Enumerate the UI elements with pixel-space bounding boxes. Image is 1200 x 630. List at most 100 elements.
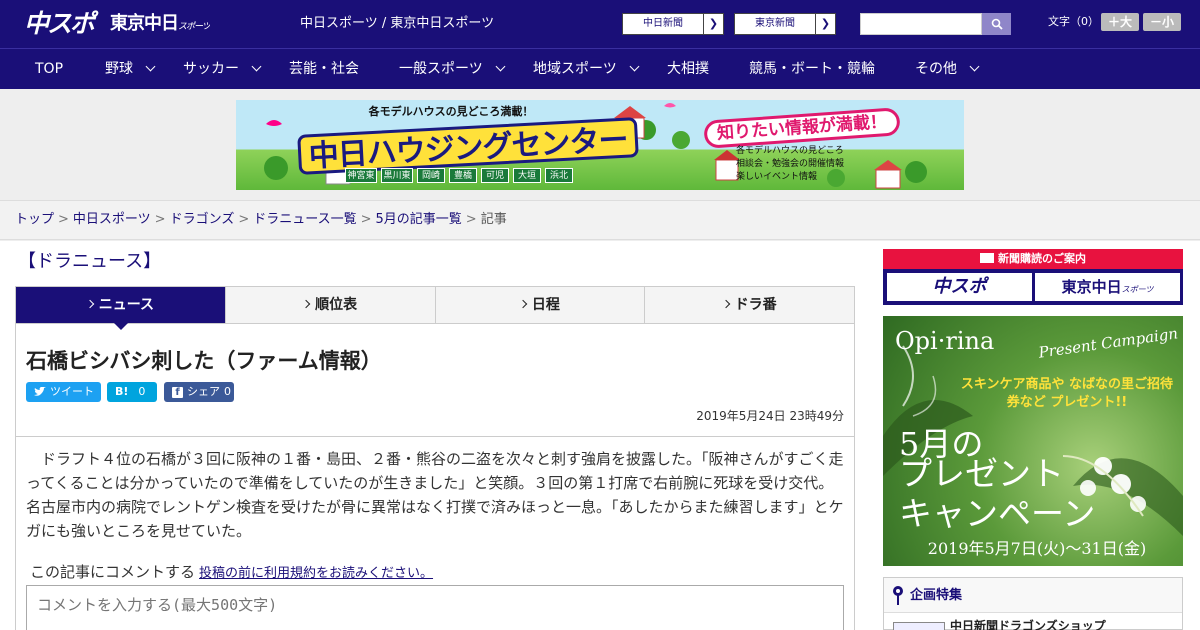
tab-label: 日程 — [531, 297, 560, 313]
tokyo-shimbun-label: 東京新聞 — [755, 18, 795, 29]
nav-item-racing[interactable]: 競馬・ボート・競輪 — [749, 49, 875, 89]
subscription-box: 新聞購読のご案内 中スポ 東京中日スポーツ — [883, 249, 1183, 305]
breadcrumb-link-dragons[interactable]: ドラゴンズ — [170, 212, 235, 227]
nav-label: 野球 — [105, 61, 133, 77]
hatena-icon: B! — [115, 385, 129, 398]
tokyo-chunichi-logo[interactable]: 東京中日スポーツ — [110, 10, 210, 38]
breadcrumb-link-chunichi-sports[interactable]: 中日スポーツ — [73, 212, 151, 227]
promo-word-present: プレゼント — [899, 454, 1064, 493]
comment-input[interactable] — [26, 585, 844, 630]
tweet-button[interactable]: ツイート — [26, 382, 101, 402]
site-links: 中日スポーツ / 東京中日スポーツ — [300, 14, 494, 34]
article: 石橋ビシバシ刺した（ファーム情報） ツイート B! 0 f シェア 0 2019… — [15, 324, 855, 630]
nav-item-soccer[interactable]: サッカー — [183, 49, 262, 89]
nav-label: 地域スポーツ — [533, 61, 617, 77]
breadcrumb-link-may-articles[interactable]: 5月の記事一覧 — [376, 212, 462, 227]
breadcrumb: トップ > 中日スポーツ > ドラゴンズ > ドラニュース一覧 >5月の記事一覧 > 記事 — [15, 211, 507, 229]
tab-standings[interactable]: 順位表 — [224, 287, 435, 323]
tab-reporter[interactable]: ドラ番 — [644, 287, 854, 323]
breadcrumb-separator: > — [238, 212, 250, 227]
ad-city-tag: 岡崎 — [417, 168, 445, 183]
facebook-share-button[interactable]: f シェア 0 — [164, 382, 234, 402]
subscription-heading: 新聞購読のご案内 — [883, 249, 1183, 269]
hatena-bookmark-button[interactable]: B! 0 — [107, 382, 157, 402]
site-link-tokyo-chunichi-sports[interactable]: 東京中日スポーツ — [390, 16, 494, 31]
chevron-right-icon — [518, 299, 528, 309]
nav-item-top[interactable]: TOP — [35, 49, 63, 89]
facebook-icon: f — [172, 386, 183, 398]
ad-city-tag: 豊橋 — [449, 168, 477, 183]
site-header: 中スポ 東京中日スポーツ 中日スポーツ / 東京中日スポーツ 中日新聞 ❯ 東京… — [0, 0, 1200, 48]
nav-label: サッカー — [183, 61, 239, 77]
housing-center-ad[interactable]: 各モデルハウスの見どころ満載！ 中日ハウジングセンター 知りたい情報が満載！ 各… — [236, 100, 964, 190]
site-link-chunichi-sports[interactable]: 中日スポーツ — [300, 16, 378, 31]
promo-date: 2019年5月7日(火)〜31日(金) — [927, 539, 1147, 558]
breadcrumb-link-dora-news[interactable]: ドラニュース一覧 — [253, 212, 356, 227]
nav-label: 一般スポーツ — [399, 61, 483, 77]
article-header: 石橋ビシバシ刺した（ファーム情報） ツイート B! 0 f シェア 0 2019… — [16, 324, 854, 437]
chunichi-shimbun-label: 中日新聞 — [643, 18, 683, 29]
chevron-down-icon — [495, 61, 506, 72]
ad-city-tag: 黒川東 — [381, 168, 413, 183]
feature-heading-text: 企画特集 — [910, 588, 963, 603]
nav-item-local-sports[interactable]: 地域スポーツ — [533, 49, 640, 89]
tab-label: ドラ番 — [734, 297, 777, 313]
tokyo-shimbun-button[interactable]: 東京新聞 ❯ — [734, 13, 836, 35]
chevron-right-icon — [301, 299, 311, 309]
search-icon — [991, 18, 1003, 30]
comment-label: この記事にコメントする — [30, 563, 196, 581]
hatena-count: 0 — [138, 385, 146, 398]
chuspo-logo[interactable]: 中スポ — [24, 8, 102, 40]
chevron-right-icon — [85, 299, 94, 309]
nav-item-general-sports[interactable]: 一般スポーツ — [399, 49, 506, 89]
chevron-down-icon — [145, 61, 156, 72]
nav-label: その他 — [915, 61, 957, 77]
subscribe-chuspo-button[interactable]: 中スポ — [887, 273, 1032, 301]
ad-city-tag: 神宮東 — [345, 168, 377, 183]
subscribe-tokyo-chunichi-text: 東京中日 — [1061, 278, 1122, 296]
tweet-label: ツイート — [50, 385, 94, 398]
section-title: 【ドラニュース】 — [18, 251, 162, 272]
ad-city-tag: 浜北 — [545, 168, 573, 183]
font-size-label: 文字（0） — [1048, 15, 1099, 28]
tab-schedule[interactable]: 日程 — [434, 287, 645, 323]
feature-box: 企画特集 中日新聞ドラゴンズショップ — [883, 577, 1183, 630]
breadcrumb-separator: > — [465, 212, 477, 227]
twitter-bird-icon — [34, 387, 46, 396]
feature-thumbnail[interactable] — [893, 622, 945, 630]
opirina-present-campaign-ad[interactable]: Opi·rina Present Campaign スキンケア商品や なばなの里… — [883, 316, 1183, 566]
breadcrumb-separator: > — [58, 212, 69, 227]
newspaper-icon — [980, 253, 994, 263]
nav-item-entertainment[interactable]: 芸能・社会 — [289, 49, 359, 89]
nav-label: TOP — [35, 61, 64, 77]
search-input[interactable] — [860, 13, 982, 35]
font-larger-button[interactable]: ＋大 — [1101, 13, 1139, 31]
article-body: ドラフト４位の石橋が３回に阪神の１番・島田、２番・熊谷の二盗を次々と刺す強肩を披… — [26, 450, 844, 540]
search-button[interactable] — [982, 13, 1011, 35]
feature-heading: 企画特集 — [884, 578, 1182, 613]
chevron-right-icon — [721, 299, 730, 309]
chevron-right-icon: ❯ — [815, 14, 835, 34]
breadcrumb-link-top[interactable]: トップ — [15, 212, 54, 227]
breadcrumb-separator: > — [360, 212, 372, 227]
share-count: 0 — [224, 385, 231, 398]
tab-label: ニュース — [98, 297, 155, 313]
ad-city-tag: 可児 — [481, 168, 509, 183]
chevron-down-icon — [629, 61, 640, 72]
nav-item-sumo[interactable]: 大相撲 — [667, 49, 709, 89]
promo-word-campaign: キャンペーン — [899, 494, 1096, 533]
site-link-separator: / — [377, 16, 391, 31]
chunichi-shimbun-button[interactable]: 中日新聞 ❯ — [622, 13, 724, 35]
ad-top-line: 各モデルハウスの見どころ満載！ — [368, 105, 534, 118]
tokyo-chunichi-logo-sub: スポーツ — [178, 22, 210, 32]
nav-item-other[interactable]: その他 — [915, 49, 980, 89]
tab-label: 順位表 — [315, 297, 358, 313]
terms-link[interactable]: 投稿の前に利用規約をお読みください。 — [199, 566, 433, 581]
font-smaller-button[interactable]: －小 — [1143, 13, 1181, 31]
chevron-down-icon — [969, 61, 980, 72]
subscribe-tokyo-chunichi-button[interactable]: 東京中日スポーツ — [1035, 273, 1180, 301]
feature-item-link[interactable]: 中日新聞ドラゴンズショップ — [950, 619, 1170, 630]
tab-news[interactable]: ニュース — [16, 287, 225, 323]
nav-item-baseball[interactable]: 野球 — [105, 49, 156, 89]
chevron-down-icon — [251, 61, 262, 72]
